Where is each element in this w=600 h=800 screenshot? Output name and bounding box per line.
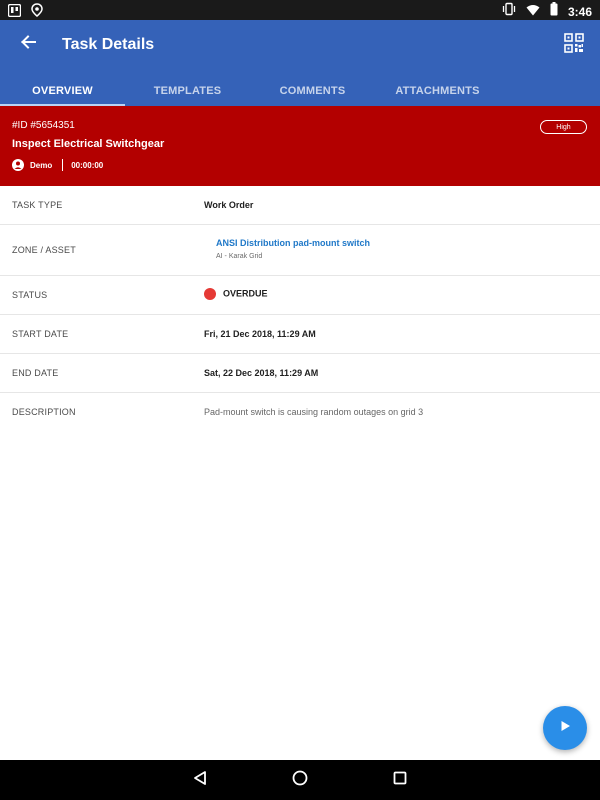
- play-icon: [558, 719, 572, 738]
- status-value-wrap: OVERDUE: [204, 288, 268, 300]
- task-user: Demo: [30, 160, 53, 170]
- status-bar: 3:46: [0, 0, 600, 20]
- task-header: #ID #5654351 Inspect Electrical Switchge…: [0, 106, 600, 186]
- tab-comments[interactable]: COMMENTS: [250, 76, 375, 106]
- recents-square-icon: [393, 771, 407, 790]
- wifi-icon: [526, 3, 540, 21]
- task-type-label: TASK TYPE: [12, 200, 63, 210]
- asset-zone: AI - Karak Grid: [216, 253, 263, 260]
- description-label: DESCRIPTION: [12, 407, 76, 417]
- priority-badge: High: [540, 120, 587, 134]
- qr-code-button[interactable]: [564, 33, 586, 55]
- description-value: Pad-mount switch is causing random outag…: [204, 407, 424, 417]
- back-button[interactable]: [14, 32, 42, 56]
- battery-icon: [550, 2, 558, 21]
- end-date-label: END DATE: [12, 368, 59, 378]
- vibrate-icon: [502, 2, 516, 21]
- task-id: #ID #5654351: [12, 120, 75, 131]
- arrow-back-icon: [20, 34, 36, 55]
- meta-divider: [62, 159, 64, 171]
- status-label: STATUS: [12, 290, 48, 300]
- asset-link[interactable]: ANSI Distribution pad-mount switch: [216, 238, 370, 248]
- nav-recents-button[interactable]: [390, 770, 410, 790]
- status-value: OVERDUE: [223, 288, 268, 299]
- clock-time: 3:46: [567, 4, 592, 19]
- status-dot-icon: [204, 288, 216, 300]
- task-meta: Demo 00:00:00: [12, 159, 103, 171]
- task-name: Inspect Electrical Switchgear: [12, 138, 165, 150]
- nav-back-button[interactable]: [190, 770, 210, 790]
- back-triangle-icon: [192, 770, 208, 791]
- detail-row-end-date: END DATE Sat, 22 Dec 2018, 11:29 AM: [0, 354, 600, 393]
- trello-icon: [7, 3, 22, 22]
- tab-overview[interactable]: OVERVIEW: [0, 76, 125, 106]
- qr-code-icon: [564, 33, 584, 57]
- detail-row-status: STATUS OVERDUE: [0, 276, 600, 315]
- detail-row-zone-asset: ZONE / ASSET ANSI Distribution pad-mount…: [0, 225, 600, 276]
- task-timer: 00:00:00: [71, 160, 104, 170]
- start-date-label: START DATE: [12, 329, 69, 339]
- app-bar: Task Details OVERVIEW TEMPLATES COMMENTS…: [0, 20, 600, 106]
- detail-row-description: DESCRIPTION Pad-mount switch is causing …: [0, 393, 600, 432]
- user-avatar-icon: [12, 159, 24, 171]
- end-date-value: Sat, 22 Dec 2018, 11:29 AM: [204, 368, 319, 378]
- home-circle-icon: [292, 770, 308, 791]
- detail-row-start-date: START DATE Fri, 21 Dec 2018, 11:29 AM: [0, 315, 600, 354]
- tab-attachments[interactable]: ATTACHMENTS: [375, 76, 500, 106]
- start-task-button[interactable]: [543, 706, 587, 750]
- zone-asset-label: ZONE / ASSET: [12, 245, 76, 255]
- tab-templates[interactable]: TEMPLATES: [125, 76, 250, 106]
- nav-home-button[interactable]: [290, 770, 310, 790]
- task-type-value: Work Order: [204, 200, 254, 210]
- page-title: Task Details: [62, 36, 155, 53]
- detail-row-task-type: TASK TYPE Work Order: [0, 186, 600, 225]
- system-nav-bar: [0, 760, 600, 800]
- start-date-value: Fri, 21 Dec 2018, 11:29 AM: [204, 329, 316, 339]
- tab-bar: OVERVIEW TEMPLATES COMMENTS ATTACHMENTS: [0, 76, 600, 106]
